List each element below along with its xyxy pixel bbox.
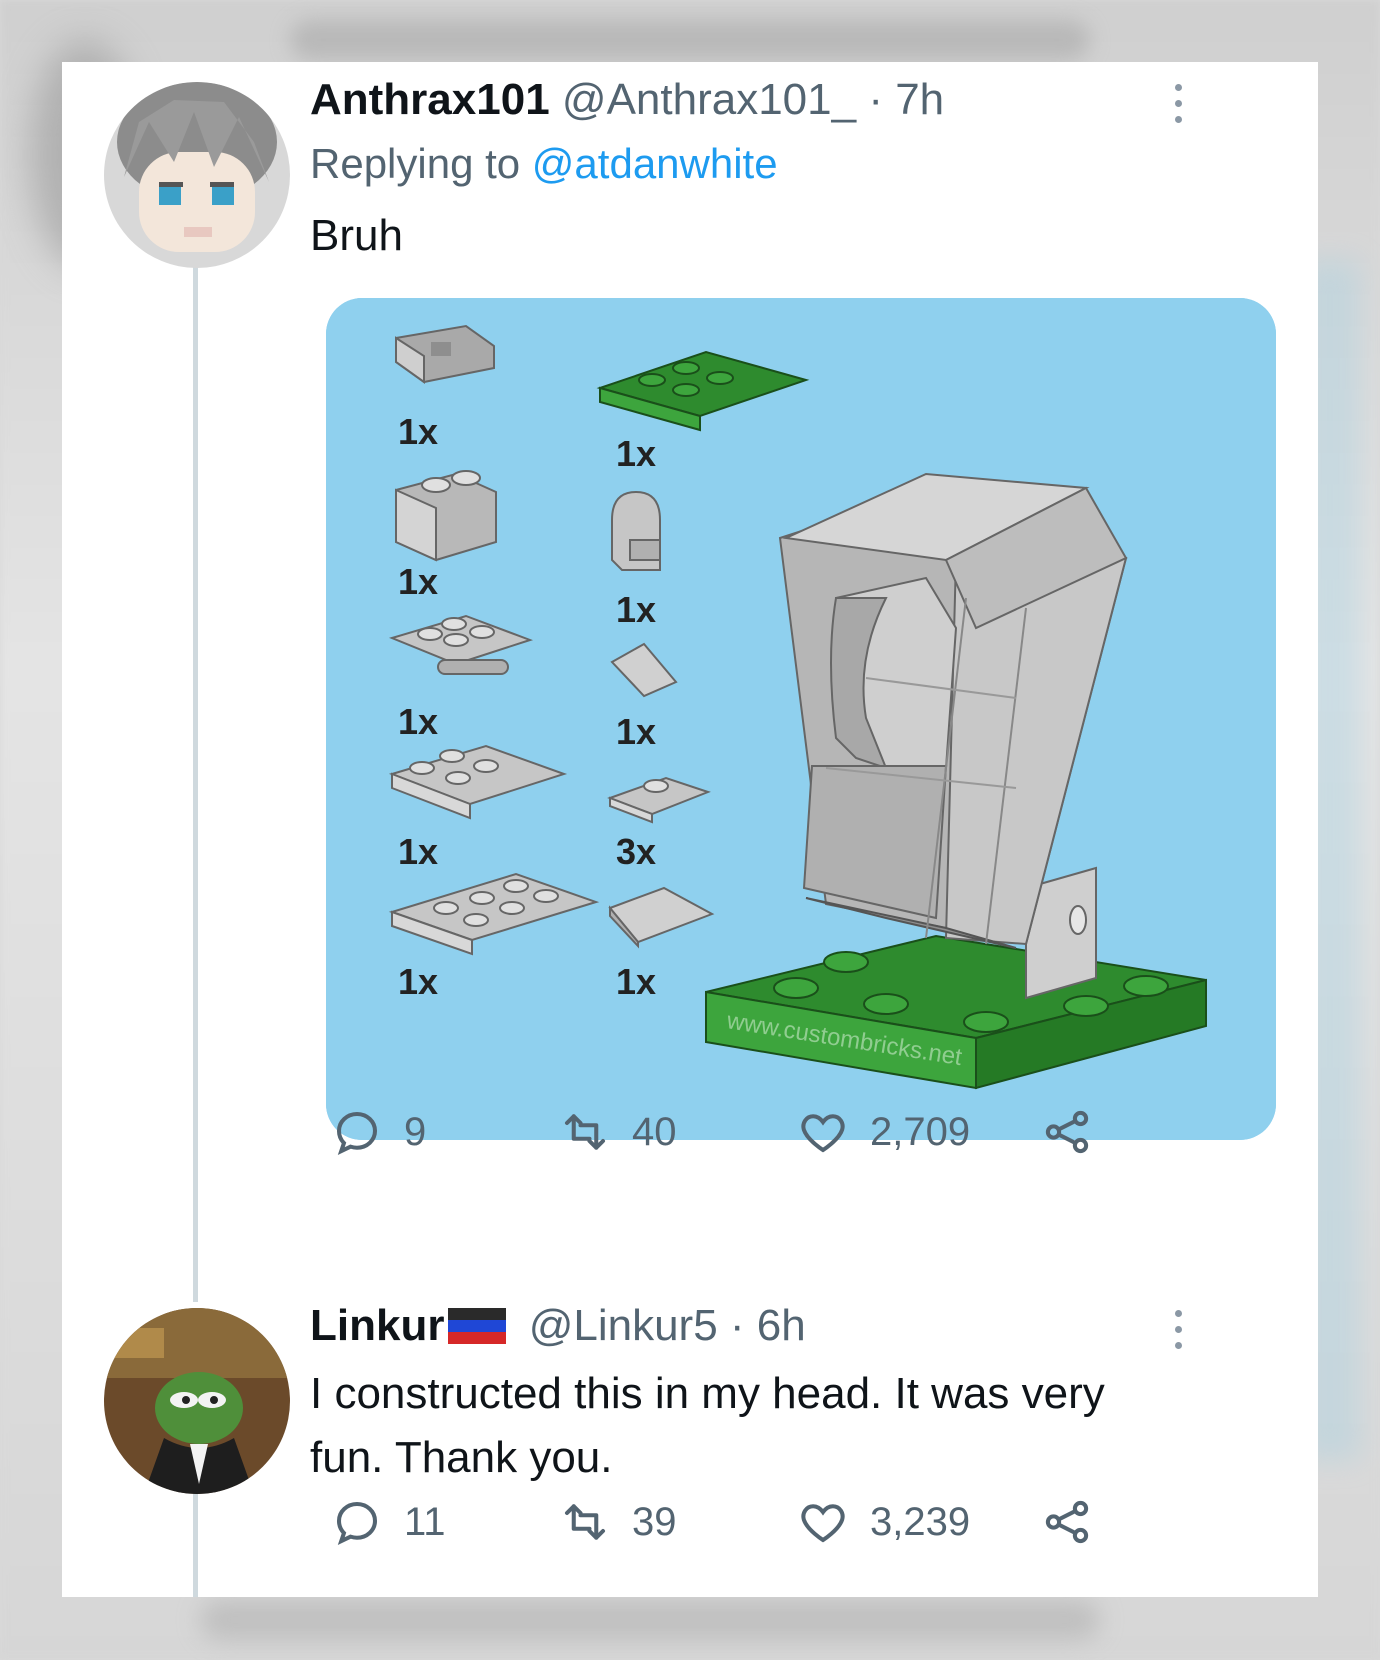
share-icon	[1045, 1500, 1089, 1544]
background-blur-top	[290, 20, 1090, 60]
tweet-text: Bruh	[310, 211, 403, 260]
part-count: 1x	[616, 433, 656, 474]
retweet-icon	[564, 1114, 606, 1150]
avatar[interactable]	[104, 1308, 290, 1494]
flag-icon	[448, 1308, 507, 1344]
background-blur-bottom	[200, 1600, 1100, 1640]
retweet-icon	[564, 1504, 606, 1540]
more-icon[interactable]	[1158, 80, 1198, 130]
tweet-media-image[interactable]: 1x 1x 1x 1x 1x 1x 1x 1x 3x 1x www.custom…	[326, 298, 1276, 1140]
share-button[interactable]	[1040, 1492, 1114, 1552]
like-count: 3,239	[870, 1499, 971, 1544]
tweet-text-line: I constructed this in my head. It was ve…	[310, 1369, 1105, 1418]
like-icon	[801, 1114, 845, 1153]
tweet-text-line: fun. Thank you.	[310, 1433, 613, 1482]
part-count: 1x	[398, 561, 438, 602]
share-button[interactable]	[1040, 1102, 1114, 1162]
tweet-actions: 11 39 3,239	[330, 1492, 1150, 1552]
retweet-button[interactable]: 39	[558, 1492, 677, 1552]
tweet-actions: 9 40 2,709	[330, 1102, 1150, 1162]
avatar[interactable]	[104, 82, 290, 268]
like-icon	[801, 1504, 845, 1543]
part-arch-gray	[611, 490, 661, 571]
like-count: 2,709	[870, 1109, 971, 1154]
thread-connector-line	[193, 262, 198, 1302]
author-name[interactable]: Linkur	[310, 1301, 444, 1350]
retweet-count: 39	[632, 1499, 677, 1544]
tweet-time[interactable]: · 7h	[868, 75, 944, 124]
author-handle[interactable]: @Linkur5	[529, 1301, 718, 1350]
reply-count: 9	[404, 1109, 427, 1154]
like-button[interactable]: 2,709	[796, 1102, 970, 1162]
reply-button[interactable]: 11	[330, 1492, 446, 1552]
like-button[interactable]: 3,239	[796, 1492, 970, 1552]
part-count: 1x	[616, 711, 656, 752]
author-handle[interactable]: @Anthrax101_	[562, 75, 856, 124]
replying-to-mention[interactable]: @atdanwhite	[532, 140, 778, 187]
reply-count: 11	[404, 1499, 446, 1544]
reply-icon	[336, 1501, 378, 1546]
tweet-thread-card: Anthrax101 @Anthrax101_ · 7h Replying to…	[62, 62, 1318, 1597]
share-icon	[1045, 1110, 1089, 1154]
part-count: 3x	[616, 831, 656, 872]
reply-button[interactable]: 9	[330, 1102, 426, 1162]
part-count: 1x	[398, 411, 438, 452]
replying-to: Replying to @atdanwhite	[310, 140, 778, 188]
reply-icon	[336, 1111, 378, 1156]
tweet-header: Linkur @Linkur5 · 6h	[310, 1300, 806, 1352]
thread-connector-line-bottom	[193, 1492, 198, 1597]
part-count: 1x	[398, 831, 438, 872]
retweet-button[interactable]: 40	[558, 1102, 677, 1162]
more-icon[interactable]	[1158, 1306, 1198, 1356]
tweet-text: I constructed this in my head. It was ve…	[310, 1362, 1250, 1490]
tweet-header: Anthrax101 @Anthrax101_ · 7h	[310, 74, 944, 126]
tweet-time[interactable]: · 6h	[730, 1301, 806, 1350]
part-count: 1x	[616, 589, 656, 630]
retweet-count: 40	[632, 1109, 677, 1154]
part-count: 1x	[398, 961, 438, 1002]
lego-instructions-illustration: 1x 1x 1x 1x 1x 1x 1x 1x 3x 1x www.custom…	[326, 298, 1276, 1140]
author-name[interactable]: Anthrax101	[310, 75, 550, 124]
replying-to-label: Replying to	[310, 140, 521, 187]
part-count: 1x	[616, 961, 656, 1002]
part-count: 1x	[398, 701, 438, 742]
